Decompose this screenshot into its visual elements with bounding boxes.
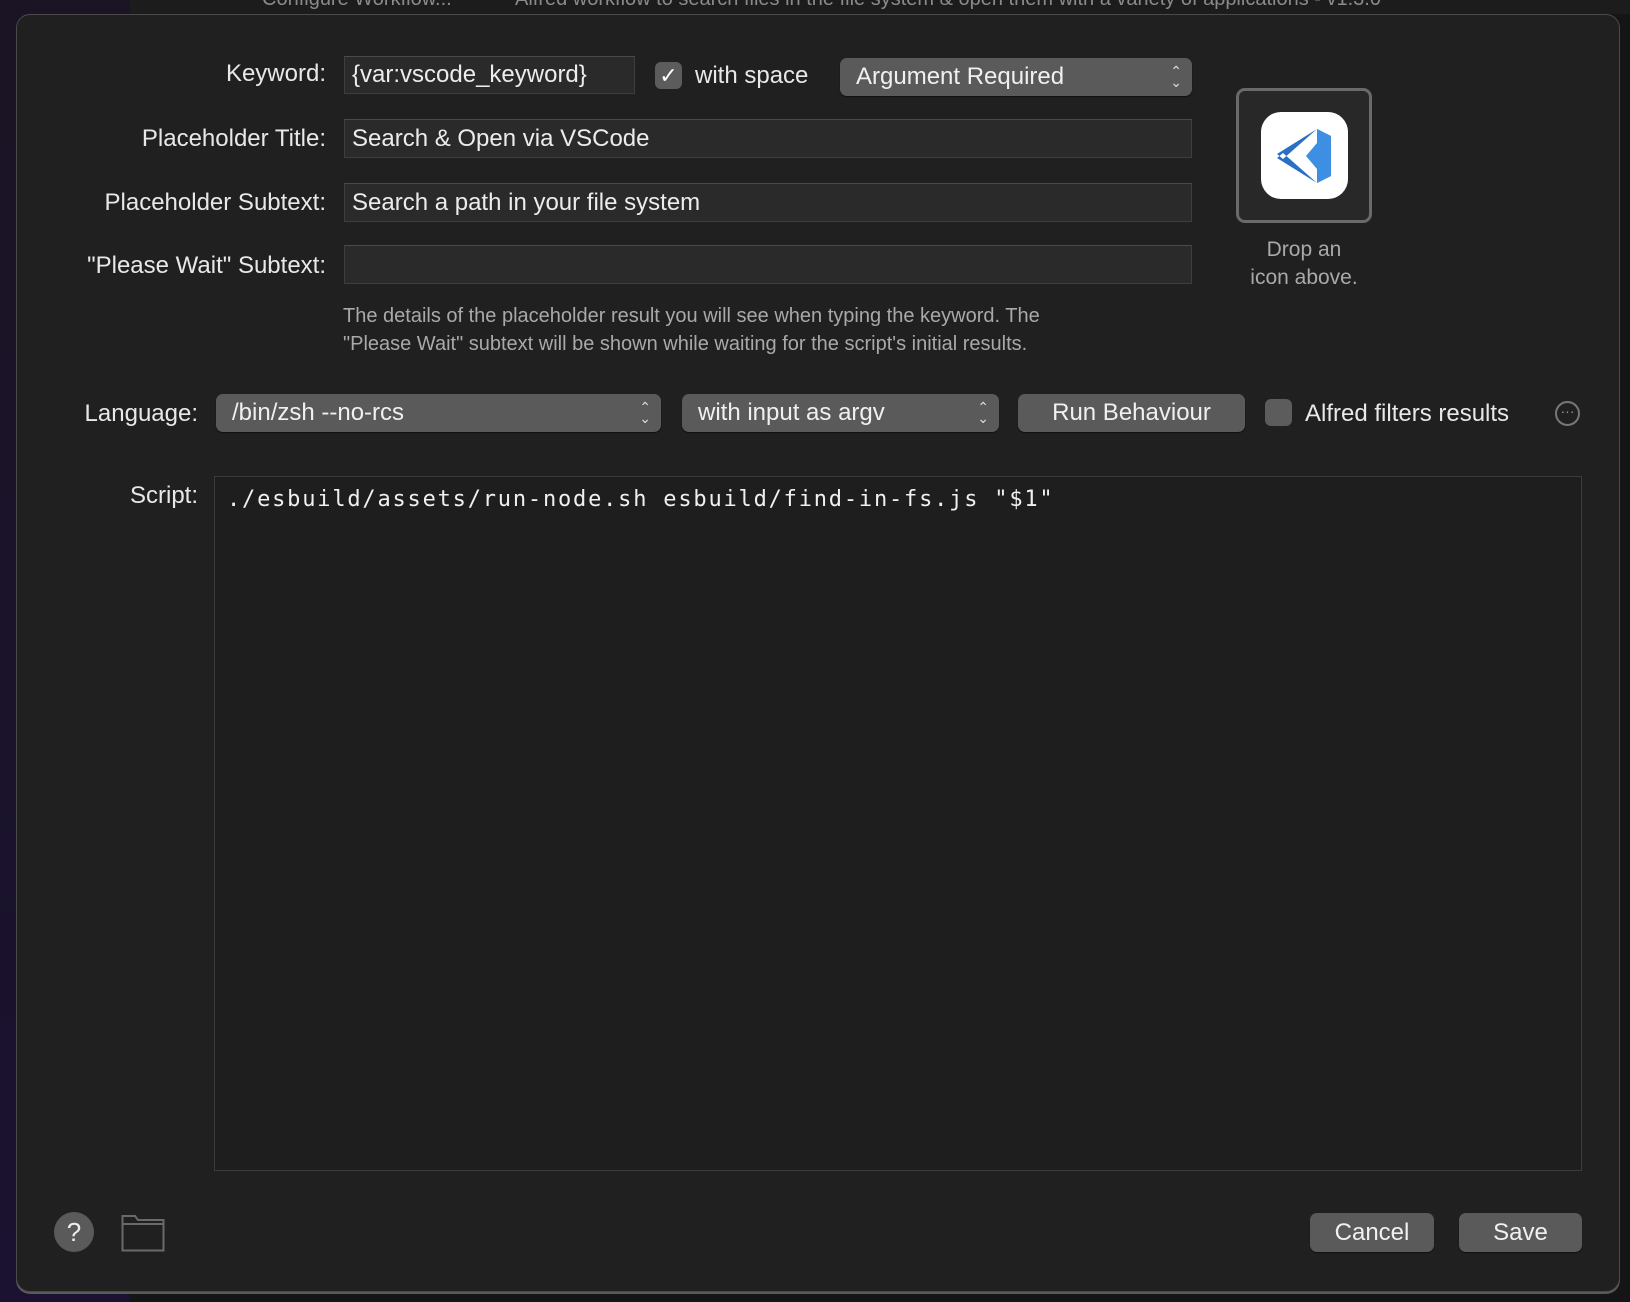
help-text-line2: "Please Wait" subtext will be shown whil… — [343, 333, 1028, 355]
language-popup[interactable]: /bin/zsh --no-rcs ⌃ ⌄ — [216, 394, 661, 432]
chevron-updown-icon: ⌃ ⌄ — [639, 399, 651, 426]
icon-drop-well[interactable] — [1236, 88, 1372, 223]
help-button[interactable]: ? — [54, 1212, 94, 1252]
icon-hint-line1: Drop an — [1266, 238, 1342, 261]
window-subtitle: Alfred workflow to search files in the f… — [515, 0, 1381, 11]
please-wait-input[interactable] — [344, 245, 1192, 284]
input-mode-popup-value: with input as argv — [698, 399, 885, 426]
with-space-label: with space — [695, 62, 809, 89]
chevron-updown-icon: ⌃ ⌄ — [977, 399, 989, 426]
language-label: Language: — [84, 400, 198, 427]
vscode-icon — [1260, 112, 1348, 199]
placeholder-title-label: Placeholder Title: — [141, 125, 326, 152]
more-options-icon[interactable]: ··· — [1555, 401, 1580, 426]
alfred-filters-label: Alfred filters results — [1305, 400, 1510, 427]
title-bar: Configure Workflow... Alfred workflow to… — [130, 0, 1630, 14]
placeholder-subtext-input[interactable]: Search a path in your file system — [344, 183, 1192, 222]
alfred-filters-checkbox[interactable] — [1265, 399, 1292, 426]
script-editor[interactable]: ./esbuild/assets/run-node.sh esbuild/fin… — [214, 476, 1582, 1171]
placeholder-subtext-label: Placeholder Subtext: — [104, 189, 326, 216]
script-label: Script: — [129, 482, 198, 509]
input-mode-popup[interactable]: with input as argv ⌃ ⌄ — [682, 394, 999, 432]
cancel-button[interactable]: Cancel — [1310, 1213, 1434, 1252]
keyword-input[interactable]: {var:vscode_keyword} — [344, 56, 635, 94]
help-text-line1: The details of the placeholder result yo… — [343, 305, 1040, 327]
placeholder-title-input[interactable]: Search & Open via VSCode — [344, 119, 1192, 158]
help-icon: ? — [66, 1216, 82, 1247]
run-behaviour-button[interactable]: Run Behaviour — [1018, 394, 1245, 432]
window-title: Configure Workflow... — [262, 0, 452, 11]
argument-popup[interactable]: Argument Required ⌃ ⌄ — [840, 58, 1192, 96]
checkmark-icon: ✓ — [659, 62, 678, 88]
chevron-updown-icon: ⌃ ⌄ — [1170, 63, 1182, 90]
please-wait-label: "Please Wait" Subtext: — [87, 252, 326, 279]
folder-icon[interactable] — [121, 1214, 165, 1257]
save-button[interactable]: Save — [1459, 1213, 1582, 1252]
keyword-label: Keyword: — [225, 60, 326, 87]
language-popup-value: /bin/zsh --no-rcs — [232, 399, 405, 426]
with-space-checkbox[interactable]: ✓ — [655, 62, 682, 89]
argument-popup-value: Argument Required — [856, 63, 1065, 90]
icon-hint-line2: icon above. — [1250, 266, 1358, 289]
